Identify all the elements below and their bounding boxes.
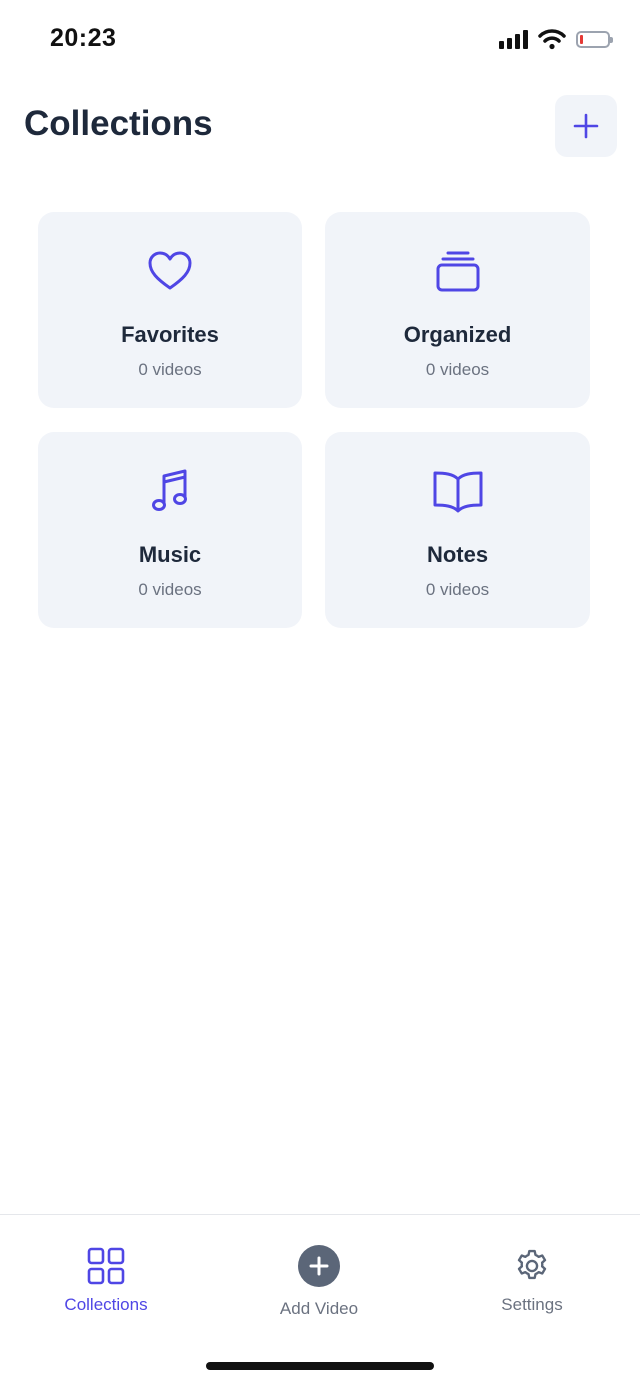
collection-card-notes[interactable]: Notes 0 videos [325,432,590,628]
add-collection-button[interactable] [555,95,617,157]
grid-icon [87,1247,125,1285]
collection-count: 0 videos [138,580,202,599]
plus-circle-icon [298,1245,340,1287]
collection-count: 0 videos [138,360,202,379]
collection-card-favorites[interactable]: Favorites 0 videos [38,212,302,408]
page-title: Collections [24,104,213,143]
music-note-icon [150,468,190,514]
tab-bar: Collections Add Video Settings [0,1214,640,1386]
open-book-icon [432,468,484,514]
tab-label: Add Video [279,1299,359,1318]
home-indicator [206,1362,434,1370]
tab-settings[interactable]: Settings [472,1247,592,1315]
plus-icon [573,113,599,139]
collections-grid: Favorites 0 videos Organized 0 videos Mu… [38,212,590,628]
collection-title: Organized [403,322,512,347]
status-bar: 20:23 [0,0,640,80]
status-time: 20:23 [50,24,117,52]
gear-icon [517,1249,547,1280]
tab-add-video[interactable]: Add Video [259,1245,379,1319]
collection-count: 0 videos [425,360,490,379]
heart-icon [147,248,193,294]
collection-title: Music [138,542,202,567]
cellular-signal-icon [499,29,528,49]
status-icons [499,28,613,50]
tab-collections[interactable]: Collections [46,1247,166,1315]
wifi-icon [538,29,566,50]
collection-count: 0 videos [425,580,490,599]
collection-title: Notes [426,542,489,567]
stack-icon [435,248,481,294]
battery-icon [576,30,613,48]
collection-card-organized[interactable]: Organized 0 videos [325,212,590,408]
collection-title: Favorites [121,322,219,347]
tab-label: Collections [64,1295,148,1314]
tab-label: Settings [501,1295,563,1314]
collection-card-music[interactable]: Music 0 videos [38,432,302,628]
